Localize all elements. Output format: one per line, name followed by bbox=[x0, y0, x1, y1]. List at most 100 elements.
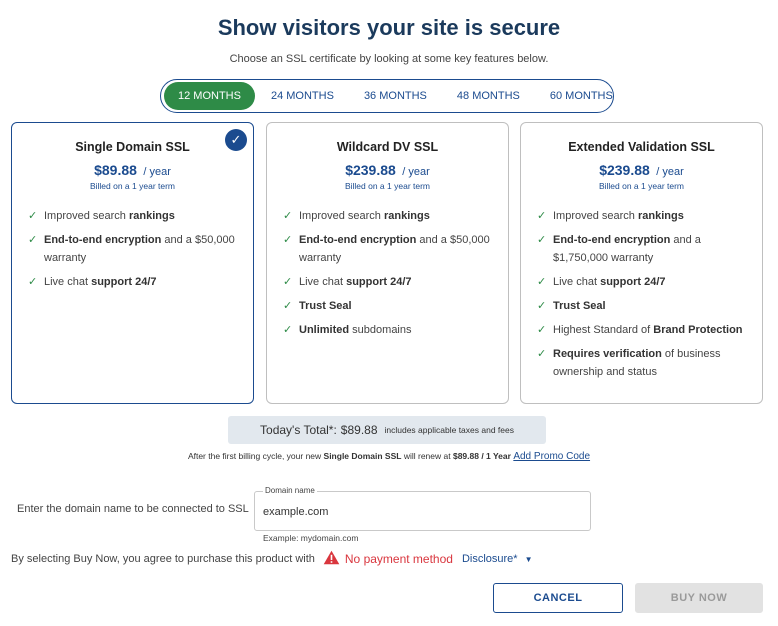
plan-feature-text: End-to-end encryption bbox=[44, 234, 162, 246]
plan-card-extended-validation[interactable]: Extended Validation SSL $239.88 / year B… bbox=[520, 122, 763, 404]
total-label: Today's Total*: bbox=[260, 423, 337, 437]
domain-input[interactable] bbox=[263, 502, 583, 522]
plan-name: Wildcard DV SSL bbox=[336, 140, 439, 154]
plan-feature-text: Improved search bbox=[299, 210, 384, 222]
plan-feature-text: rankings bbox=[383, 210, 430, 222]
todays-total: Today's Total*: $89.88 includes applicab… bbox=[228, 416, 546, 444]
check-icon: ✓ bbox=[283, 234, 293, 246]
total-value: $89.88 bbox=[340, 423, 378, 437]
plan-feature-text: rankings bbox=[637, 210, 684, 222]
plan-feature: ✓ Trust Seal bbox=[537, 297, 750, 315]
term-selector: 12 MONTHS 24 MONTHS 36 MONTHS 48 MONTHS … bbox=[160, 79, 614, 113]
plan-name: Extended Validation SSL bbox=[568, 140, 715, 154]
renewal-product: Single Domain SSL bbox=[323, 451, 402, 461]
plan-feature-text: End-to-end encryption bbox=[299, 234, 417, 246]
plan-name: Single Domain SSL bbox=[75, 140, 190, 154]
check-icon: ✓ bbox=[537, 234, 547, 246]
domain-example: Example: mydomain.com bbox=[263, 533, 359, 543]
plan-feature-list: ✓ Improved search rankings ✓ End-to-end enc… bbox=[537, 207, 750, 387]
chevron-down-icon[interactable]: ▼ bbox=[525, 555, 533, 564]
plan-billing-term: Billed on a 1 year term bbox=[598, 181, 685, 191]
plan-feature: ✓ Improved search rankings bbox=[283, 207, 496, 225]
check-icon: ✓ bbox=[28, 276, 38, 288]
plan-price: $89.88 bbox=[94, 162, 137, 178]
check-icon: ✓ bbox=[283, 276, 293, 288]
term-48-months[interactable]: 48 MONTHS bbox=[443, 82, 534, 110]
plan-feature-text: Highest Standard of bbox=[553, 324, 654, 336]
plan-feature-text: Unlimited bbox=[299, 324, 350, 336]
check-icon: ✓ bbox=[537, 348, 547, 360]
plan-feature: ✓ Improved search rankings bbox=[28, 207, 241, 225]
renewal-prefix: After the first billing cycle, your new bbox=[187, 451, 324, 461]
domain-field-legend: Domain name bbox=[263, 486, 317, 495]
plan-feature-text: support 24/7 bbox=[91, 276, 157, 288]
plan-feature-list: ✓ Improved search rankings ✓ End-to-end enc… bbox=[28, 207, 241, 297]
buy-now-button[interactable]: BUY NOW bbox=[635, 583, 763, 613]
plan-price-row: $89.88 / year bbox=[12, 162, 253, 180]
renewal-notice: After the first billing cycle, your new … bbox=[0, 451, 778, 462]
plan-card-single-domain[interactable]: ✓ Single Domain SSL $89.88 / year Billed… bbox=[11, 122, 254, 404]
plan-billing-term: Billed on a 1 year term bbox=[344, 181, 431, 191]
total-note: includes applicable taxes and fees bbox=[384, 425, 514, 435]
plan-feature-text: Live chat bbox=[299, 276, 347, 288]
plan-feature-text: support 24/7 bbox=[346, 276, 412, 288]
payment-status: No payment method bbox=[344, 552, 453, 566]
plan-feature: ✓ Live chat support 24/7 bbox=[283, 273, 496, 291]
plan-feature: ✓ End-to-end encryption and a $50,000 war… bbox=[28, 231, 241, 267]
plan-price-row: $239.88 / year bbox=[521, 162, 762, 180]
plan-price: $239.88 bbox=[599, 162, 650, 178]
page-subtitle: Choose an SSL certificate by looking at … bbox=[229, 53, 549, 65]
plan-feature-list: ✓ Improved search rankings ✓ End-to-end enc… bbox=[283, 207, 496, 345]
plan-feature-text: Improved search bbox=[44, 210, 129, 222]
plan-price-period: / year bbox=[402, 166, 430, 178]
term-60-months[interactable]: 60 MONTHS bbox=[536, 82, 627, 110]
plan-price-period: / year bbox=[143, 166, 171, 178]
warning-icon bbox=[323, 550, 340, 568]
renewal-middle: will renew at bbox=[401, 451, 453, 461]
plan-price: $239.88 bbox=[345, 162, 396, 178]
add-promo-code-link[interactable]: Add Promo Code bbox=[513, 451, 590, 462]
plan-feature: ✓ Improved search rankings bbox=[537, 207, 750, 225]
plan-feature-text: Trust Seal bbox=[299, 300, 352, 312]
plan-billing-term: Billed on a 1 year term bbox=[89, 181, 176, 191]
plan-feature-text: Brand Protection bbox=[653, 324, 743, 336]
plan-feature-text: Requires verification bbox=[553, 348, 662, 360]
plan-feature-text: End-to-end encryption bbox=[553, 234, 671, 246]
plan-feature-text: Improved search bbox=[553, 210, 638, 222]
plan-feature: ✓ Unlimited subdomains bbox=[283, 321, 496, 339]
domain-field: Domain name bbox=[254, 486, 591, 531]
check-icon: ✓ bbox=[28, 210, 38, 222]
plan-feature: ✓ Trust Seal bbox=[283, 297, 496, 315]
plan-feature: ✓ Requires verification of business owner… bbox=[537, 345, 750, 381]
cancel-button[interactable]: CANCEL bbox=[493, 583, 623, 613]
plan-price-row: $239.88 / year bbox=[267, 162, 508, 180]
plan-feature-text: subdomains bbox=[349, 324, 412, 336]
check-icon: ✓ bbox=[537, 300, 547, 312]
renewal-price: $89.88 / 1 Year bbox=[452, 451, 511, 461]
plan-price-period: / year bbox=[656, 166, 684, 178]
consent-text: By selecting Buy Now, you agree to purch… bbox=[11, 553, 315, 565]
plan-feature-text: support 24/7 bbox=[600, 276, 666, 288]
disclosure-link[interactable]: Disclosure* bbox=[462, 553, 518, 565]
plan-feature: ✓ End-to-end encryption and a $50,000 war… bbox=[283, 231, 496, 267]
check-icon: ✓ bbox=[28, 234, 38, 246]
plan-feature: ✓ Live chat support 24/7 bbox=[537, 273, 750, 291]
page-title: Show visitors your site is secure bbox=[217, 15, 561, 40]
check-icon: ✓ bbox=[537, 276, 547, 288]
term-36-months[interactable]: 36 MONTHS bbox=[350, 82, 441, 110]
check-icon: ✓ bbox=[537, 210, 547, 222]
plan-card-wildcard-dv[interactable]: Wildcard DV SSL $239.88 / year Billed on… bbox=[266, 122, 509, 404]
domain-label: Enter the domain name to be connected to… bbox=[17, 503, 249, 515]
plan-feature: ✓ Highest Standard of Brand Protection bbox=[537, 321, 750, 339]
check-icon: ✓ bbox=[537, 324, 547, 336]
purchase-consent: By selecting Buy Now, you agree to purch… bbox=[11, 550, 533, 568]
plan-feature-text: Live chat bbox=[553, 276, 601, 288]
term-12-months[interactable]: 12 MONTHS bbox=[164, 82, 255, 110]
plan-feature-text: Live chat bbox=[44, 276, 92, 288]
term-24-months[interactable]: 24 MONTHS bbox=[257, 82, 348, 110]
plan-feature: ✓ End-to-end encryption and a $1,750,000 … bbox=[537, 231, 750, 267]
plan-feature-text: rankings bbox=[128, 210, 175, 222]
check-icon: ✓ bbox=[283, 324, 293, 336]
plan-feature-text: Trust Seal bbox=[553, 300, 606, 312]
check-icon: ✓ bbox=[283, 210, 293, 222]
